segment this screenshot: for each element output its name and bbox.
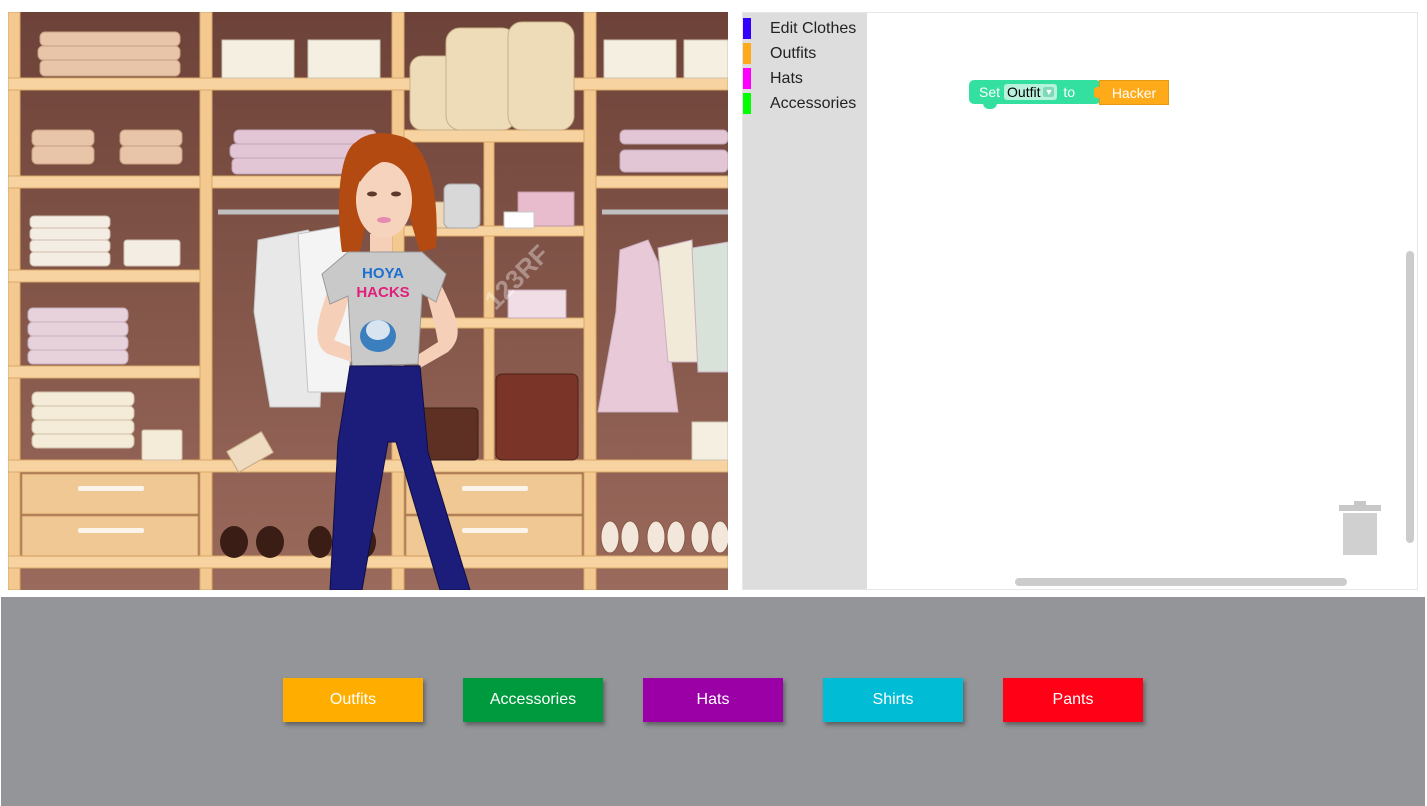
block-connector (1094, 87, 1101, 98)
toolbox-item-outfits[interactable]: Outfits (743, 42, 867, 64)
toolbox: Edit Clothes Outfits Hats Accessories (743, 13, 867, 589)
shirt-text: HOYA HACKS (354, 264, 412, 302)
category-color-swatch (743, 68, 751, 89)
toolbox-item-hats[interactable]: Hats (743, 67, 867, 89)
blockly-workspace[interactable]: Edit Clothes Outfits Hats Accessories Se… (742, 12, 1418, 590)
category-button-bar: Outfits Accessories Hats Shirts Pants (1, 597, 1425, 806)
variable-dropdown[interactable]: Outfit ▼ (1004, 84, 1058, 100)
value-block-hacker[interactable]: Hacker (1094, 80, 1169, 105)
toolbox-item-label: Hats (770, 70, 803, 87)
toolbox-item-label: Edit Clothes (770, 20, 857, 37)
toolbox-item-label: Accessories (770, 95, 857, 112)
category-color-swatch (743, 93, 751, 114)
variable-name: Outfit (1007, 84, 1041, 100)
block-notch (983, 103, 997, 109)
trash-icon[interactable] (1339, 501, 1381, 557)
category-color-swatch (743, 18, 751, 39)
to-keyword: to (1063, 84, 1076, 100)
outfits-button[interactable]: Outfits (283, 678, 423, 722)
toolbox-item-edit-clothes[interactable]: Edit Clothes (743, 17, 867, 39)
vertical-scrollbar[interactable] (1406, 251, 1414, 543)
category-color-swatch (743, 43, 751, 64)
block-canvas[interactable]: Set Outfit ▼ to Hacker (867, 13, 1417, 589)
hats-button[interactable]: Hats (643, 678, 783, 722)
toolbox-item-label: Outfits (770, 45, 817, 62)
accessories-button[interactable]: Accessories (463, 678, 603, 722)
set-keyword: Set (979, 84, 1001, 100)
dropdown-arrow-icon: ▼ (1043, 87, 1055, 97)
shirt-text-line1: HOYA (362, 265, 404, 282)
horizontal-scrollbar[interactable] (1015, 578, 1347, 586)
shirt-text-line2: HACKS (356, 284, 410, 301)
toolbox-item-accessories[interactable]: Accessories (743, 92, 867, 114)
closet-stage: 123RF HOYA HACKS (8, 12, 728, 590)
shirts-button[interactable]: Shirts (823, 678, 963, 722)
value-label: Hacker (1111, 84, 1157, 101)
pants-button[interactable]: Pants (1003, 678, 1143, 722)
set-variable-block[interactable]: Set Outfit ▼ to (969, 80, 1101, 109)
